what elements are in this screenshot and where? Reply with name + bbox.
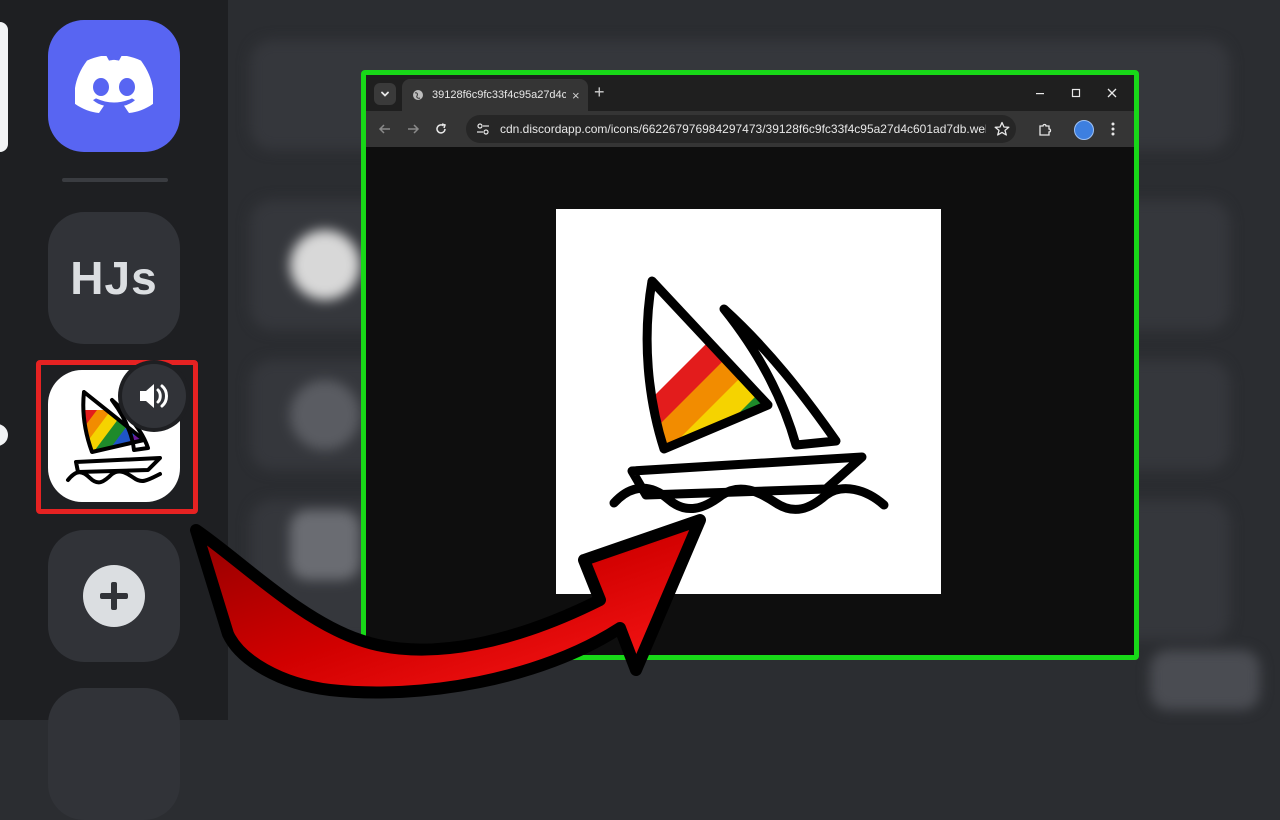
site-info-icon[interactable] — [476, 122, 490, 136]
add-server-button[interactable] — [48, 530, 180, 662]
arrow-left-icon — [378, 124, 390, 134]
discord-home-button[interactable] — [48, 20, 180, 152]
close-icon — [1107, 88, 1117, 98]
browser-window: 39128f6c9fc33f4c95a27d4c601ad7db.webp × … — [361, 70, 1139, 660]
tab-strip: 39128f6c9fc33f4c95a27d4c601ad7db.webp × … — [366, 75, 1134, 111]
browser-toolbar: cdn.discordapp.com/icons/662267976984297… — [366, 111, 1134, 147]
kebab-menu-icon — [1111, 122, 1115, 136]
close-window-button[interactable] — [1102, 83, 1122, 103]
reload-icon — [436, 123, 446, 134]
bg-panel — [1150, 650, 1260, 710]
tab-search-button[interactable] — [374, 83, 396, 105]
puzzle-icon — [1039, 123, 1052, 136]
url-text: cdn.discordapp.com/icons/662267976984297… — [500, 122, 986, 136]
globe-icon — [413, 90, 423, 100]
server-partial[interactable] — [48, 688, 180, 820]
bg-avatar — [290, 380, 360, 450]
server-hjs[interactable]: HJs — [48, 212, 180, 344]
forward-button[interactable] — [404, 120, 422, 138]
displayed-image[interactable] — [556, 209, 941, 594]
minimize-icon — [1036, 93, 1044, 95]
tab-title: 39128f6c9fc33f4c95a27d4c601ad7db.webp — [432, 89, 566, 101]
star-icon[interactable] — [994, 121, 1010, 137]
tab-close-button[interactable]: × — [572, 88, 580, 103]
selected-indicator — [0, 22, 8, 152]
image-viewer — [366, 147, 1134, 655]
rail-separator — [62, 178, 168, 182]
arrow-right-icon — [408, 124, 420, 134]
address-bar[interactable]: cdn.discordapp.com/icons/662267976984297… — [466, 115, 1016, 143]
maximize-icon — [1071, 88, 1081, 98]
speaker-icon — [140, 384, 168, 408]
voice-badge — [122, 364, 186, 428]
chevron-down-icon — [381, 91, 389, 97]
new-tab-button[interactable]: + — [594, 82, 605, 103]
discord-logo-icon — [75, 56, 153, 114]
sailboat-rainbow-logo-icon — [609, 276, 889, 514]
browser-menu-button[interactable] — [1104, 120, 1122, 138]
back-button[interactable] — [376, 120, 394, 138]
maximize-button[interactable] — [1066, 83, 1086, 103]
minimize-button[interactable] — [1030, 83, 1050, 103]
extensions-button[interactable] — [1036, 120, 1054, 138]
server-hjs-label: HJs — [70, 252, 158, 304]
profile-avatar[interactable] — [1074, 120, 1094, 140]
bg-avatar — [290, 510, 360, 580]
tab-active[interactable]: 39128f6c9fc33f4c95a27d4c601ad7db.webp × — [402, 79, 588, 111]
bg-avatar — [290, 230, 360, 300]
plus-icon — [83, 565, 145, 627]
reload-button[interactable] — [432, 120, 450, 138]
